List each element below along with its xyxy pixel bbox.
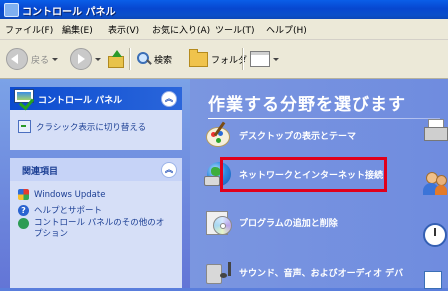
- menu-bar: ファイル(F) 編集(E) 表示(V) お気に入り(A) ツール(T) ヘルプ(…: [0, 19, 448, 40]
- switch-view-icon: [18, 120, 31, 133]
- category-label: プログラムの追加と削除: [239, 218, 338, 229]
- switch-classic-view-link[interactable]: クラシック表示に切り替える: [18, 120, 146, 133]
- menu-favorites[interactable]: お気に入り(A): [152, 23, 210, 36]
- category-label: デスクトップの表示とテーマ: [239, 131, 357, 142]
- printer-icon[interactable]: [424, 119, 448, 143]
- related-topics-title: 関連項目: [22, 167, 59, 177]
- category-label: サウンド、音声、およびオーディオ デバ: [239, 268, 404, 279]
- sound-speaker-icon: [204, 258, 232, 286]
- page-heading: 作業する分野を選びます: [208, 95, 406, 115]
- highlight-box: [220, 157, 387, 192]
- menu-tools[interactable]: ツール(T): [215, 23, 255, 36]
- back-label: 戻る: [31, 55, 50, 66]
- folders-button[interactable]: フォルダ: [189, 48, 247, 70]
- menu-help[interactable]: ヘルプ(H): [266, 23, 307, 36]
- category-pane: 作業する分野を選びます デスクトップの表示とテーマ ネットワークとインターネット…: [190, 79, 448, 291]
- views-icon: [250, 51, 270, 67]
- forward-button[interactable]: [70, 48, 101, 70]
- search-label: 検索: [154, 55, 173, 66]
- date-time-icon[interactable]: [422, 222, 447, 247]
- other-control-panel-options-label: コントロール パネルのその他のオ プション: [34, 218, 165, 239]
- switch-classic-view-label: クラシック表示に切り替える: [36, 122, 147, 133]
- menu-edit[interactable]: 編集(E): [62, 23, 93, 36]
- windows-update-link[interactable]: Windows Update: [18, 189, 105, 200]
- category-add-remove-programs[interactable]: プログラムの追加と削除: [204, 208, 338, 236]
- control-panel-icon: [4, 3, 19, 17]
- programs-cd-icon: [204, 208, 232, 236]
- forward-arrow-icon: [70, 48, 92, 70]
- views-dropdown-icon[interactable]: [273, 57, 279, 61]
- control-panel-box-header[interactable]: コントロール パネル ︽: [10, 87, 182, 111]
- title-bar[interactable]: コントロール パネル: [0, 0, 448, 19]
- user-accounts-icon[interactable]: [422, 172, 447, 196]
- related-topics-box: 関連項目 ︽ Windows Update ? ヘルプとサポート コントロール …: [10, 158, 182, 288]
- control-panel-box: コントロール パネル ︽ クラシック表示に切り替える: [10, 87, 182, 150]
- menu-file[interactable]: ファイル(F): [5, 23, 53, 36]
- help-support-link[interactable]: ? ヘルプとサポート: [18, 204, 102, 216]
- folder-icon: [189, 48, 208, 67]
- menu-view[interactable]: 表示(V): [108, 23, 139, 36]
- category-sounds-audio[interactable]: サウンド、音声、およびオーディオ デバ: [204, 258, 403, 286]
- related-topics-header[interactable]: 関連項目 ︽: [10, 158, 182, 181]
- collapse-icon[interactable]: ︽: [161, 162, 177, 178]
- back-arrow-icon: [6, 48, 28, 70]
- category-appearance-themes[interactable]: デスクトップの表示とテーマ: [204, 121, 356, 149]
- toolbar-separator: [129, 48, 131, 70]
- windows-update-icon: [18, 189, 29, 200]
- palette-icon: [204, 121, 232, 149]
- toolbar: 戻る 検索 フォルダ: [0, 40, 448, 79]
- heading-divider: [208, 118, 440, 119]
- windows-update-label: Windows Update: [34, 189, 106, 200]
- accessibility-icon[interactable]: [424, 267, 448, 291]
- toolbar-separator: [242, 48, 244, 70]
- up-button[interactable]: [107, 48, 124, 70]
- search-icon: [137, 52, 152, 66]
- window-title: コントロール パネル: [22, 7, 116, 18]
- task-pane: コントロール パネル ︽ クラシック表示に切り替える 関連項目 ︽ Window…: [0, 79, 190, 288]
- help-support-label: ヘルプとサポート: [34, 206, 103, 216]
- back-dropdown-icon[interactable]: [52, 57, 59, 61]
- control-panel-box-title: コントロール パネル: [38, 96, 123, 106]
- other-control-panel-options-link[interactable]: コントロール パネルのその他のオ プション: [18, 218, 164, 240]
- help-icon: ?: [18, 204, 29, 216]
- forward-dropdown-icon[interactable]: [95, 57, 101, 61]
- control-panel-icon: [14, 89, 35, 111]
- views-button[interactable]: [250, 48, 279, 70]
- back-button[interactable]: 戻る: [6, 48, 59, 70]
- collapse-icon[interactable]: ︽: [161, 91, 177, 107]
- control-panel-options-icon: [18, 218, 29, 229]
- folder-up-icon: [107, 50, 124, 68]
- search-button[interactable]: 検索: [137, 48, 172, 70]
